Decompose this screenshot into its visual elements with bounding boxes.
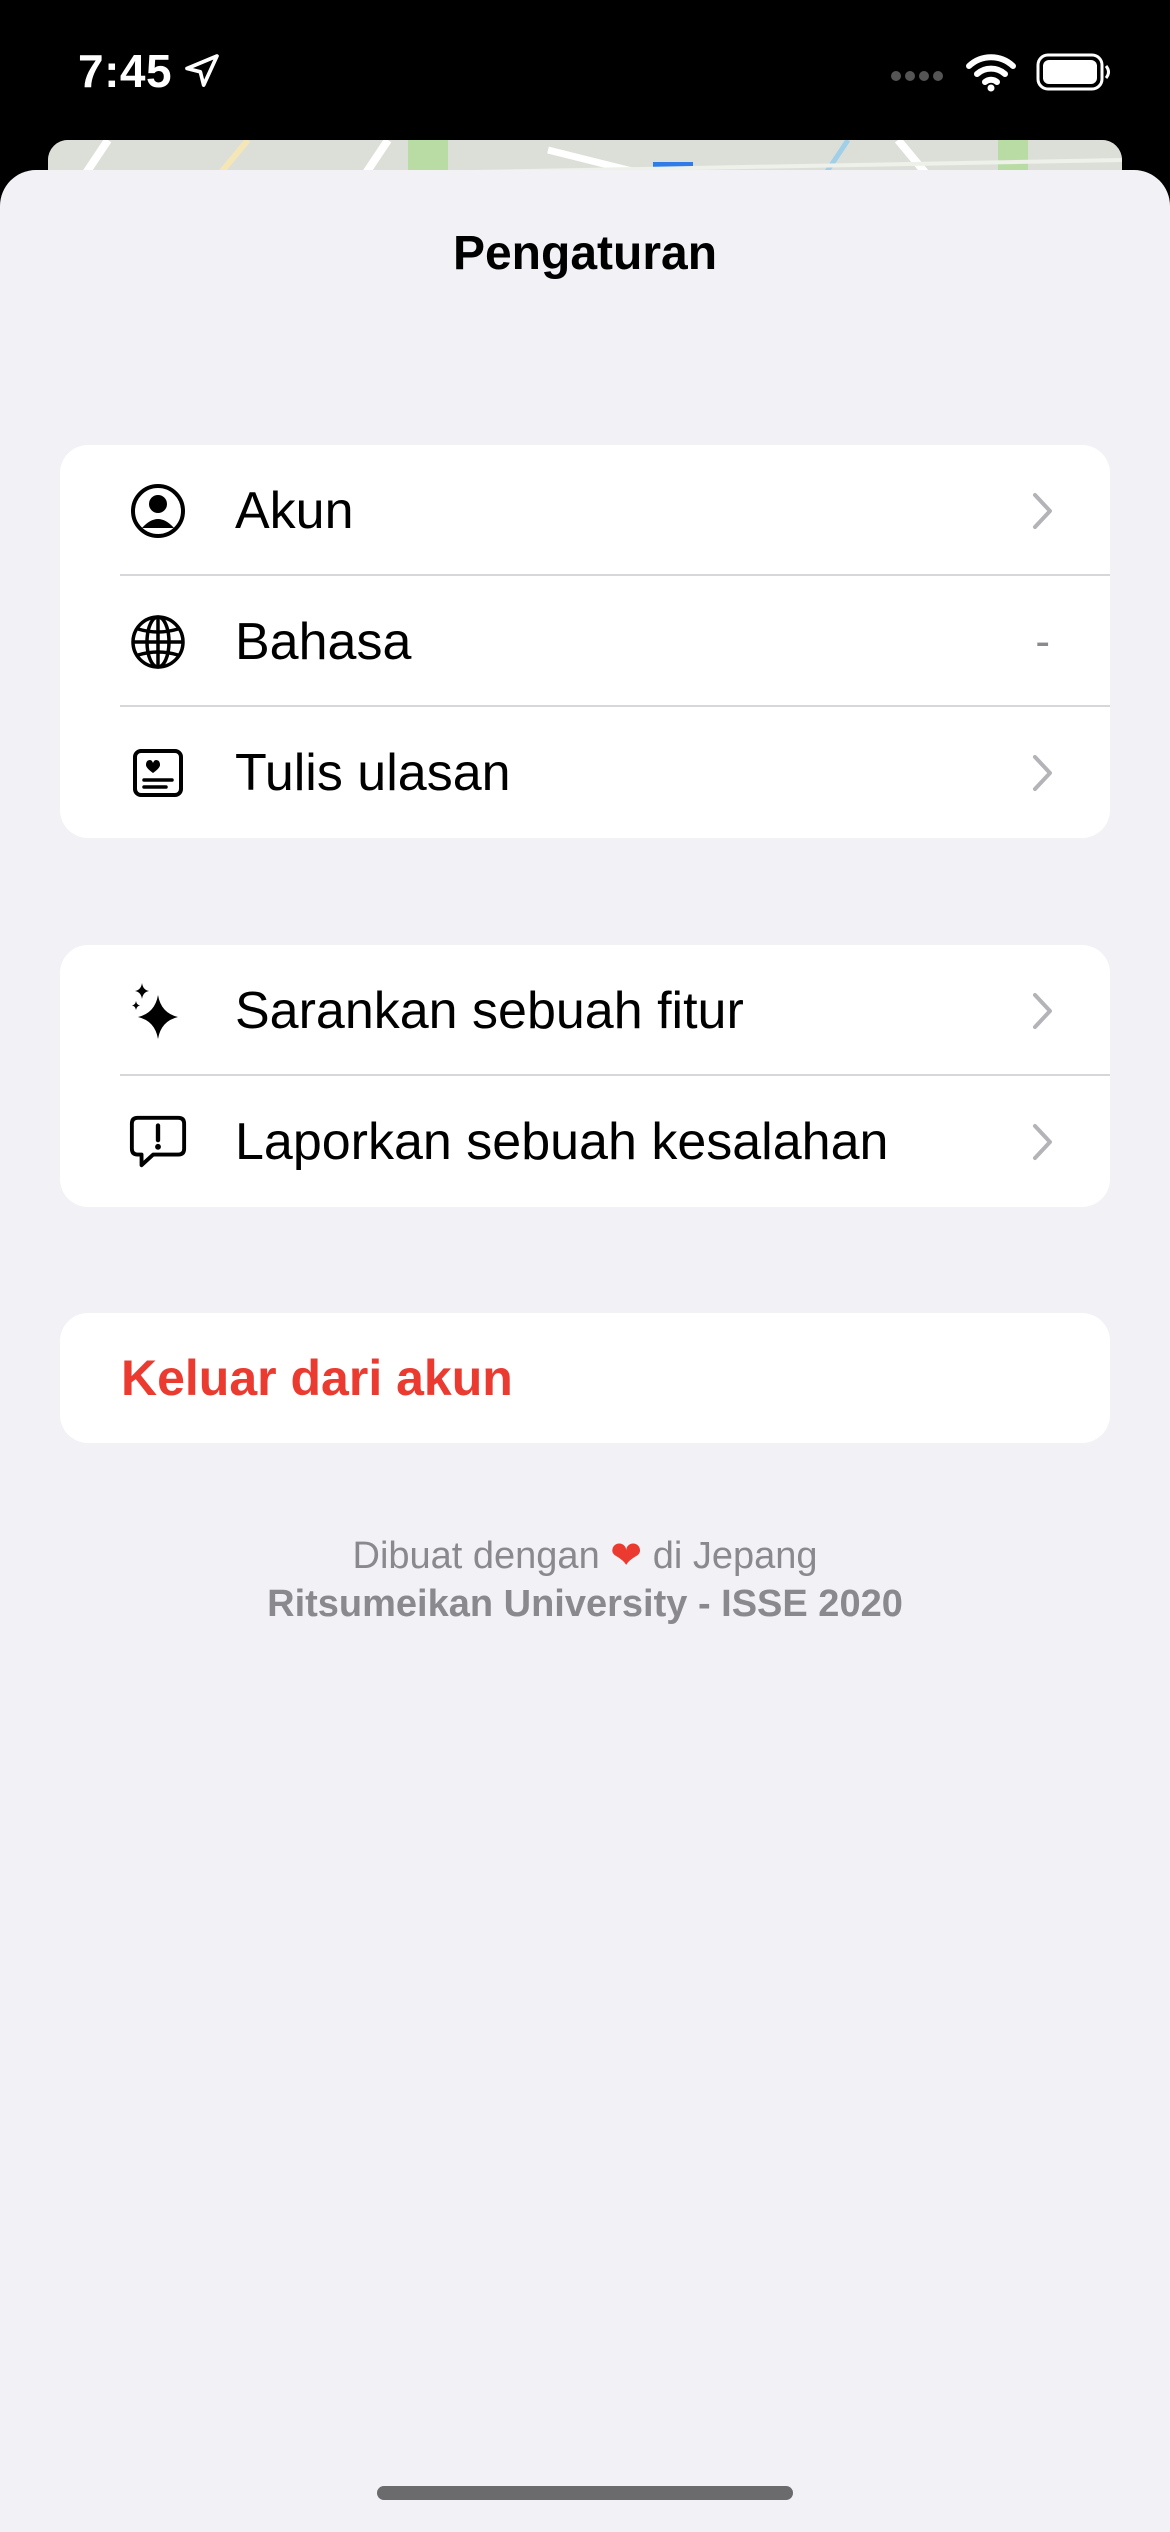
footer-made-with-text: Dibuat dengan (352, 1535, 600, 1577)
status-bar: 7:45 (0, 0, 1170, 150)
home-indicator[interactable] (377, 2486, 793, 2500)
footer-credit: Ritsumeikan University - ISSE 2020 (267, 1583, 903, 1625)
row-account[interactable]: Akun (60, 445, 1110, 576)
row-suggest-feature-label: Sarankan sebuah fitur (235, 981, 744, 1040)
chevron-right-icon (1032, 992, 1054, 1030)
footer-made-with: Dibuat dengan ❤ di Jepang (0, 1532, 1170, 1580)
row-account-label: Akun (235, 481, 354, 540)
globe-icon (128, 612, 188, 672)
row-language[interactable]: Bahasa - (60, 576, 1110, 707)
exclamation-bubble-icon (128, 1112, 188, 1172)
chevron-right-icon (1032, 754, 1054, 792)
row-report-bug[interactable]: Laporkan sebuah kesalahan (60, 1076, 1110, 1207)
signout-button[interactable]: Keluar dari akun (60, 1313, 1110, 1443)
status-time: 7:45 (78, 44, 222, 98)
time-label: 7:45 (78, 45, 173, 97)
row-suggest-feature[interactable]: Sarankan sebuah fitur (60, 945, 1110, 1076)
footer: Dibuat dengan ❤ di Jepang Ritsumeikan Un… (0, 1532, 1170, 1628)
row-language-label: Bahasa (235, 612, 412, 671)
location-arrow-icon (185, 54, 219, 87)
chevron-right-icon (1032, 1123, 1054, 1161)
status-indicators (890, 52, 1112, 92)
battery-icon (1036, 53, 1110, 91)
signout-label: Keluar dari akun (121, 1350, 513, 1406)
wifi-icon (966, 54, 1016, 92)
page-title: Pengaturan (452, 227, 718, 280)
settings-group-account: Akun Bahasa - Tulis ulasan (60, 445, 1110, 838)
language-value: - (1035, 616, 1050, 666)
person-circle-icon (128, 481, 188, 541)
heart-icon: ❤ (610, 1535, 643, 1577)
row-report-bug-label: Laporkan sebuah kesalahan (235, 1112, 889, 1171)
settings-group-feedback-list: Sarankan sebuah fitur Laporkan sebuah ke… (60, 945, 1110, 1207)
settings-sheet: Pengaturan Akun Bahasa - Tulis ulasan Sa… (0, 170, 1170, 2532)
row-write-review-label: Tulis ulasan (235, 743, 511, 802)
footer-location-text: di Jepang (652, 1535, 818, 1577)
review-card-icon (128, 743, 188, 803)
cellular-signal-icon (891, 71, 943, 81)
sparkles-icon (128, 981, 188, 1041)
row-write-review[interactable]: Tulis ulasan (60, 707, 1110, 838)
chevron-right-icon (1032, 492, 1054, 530)
